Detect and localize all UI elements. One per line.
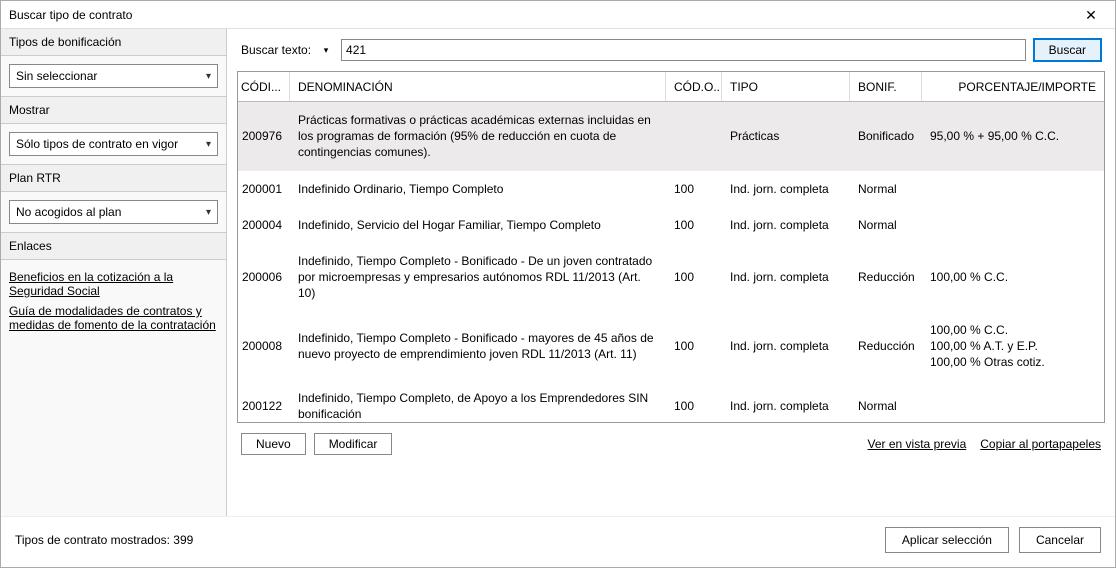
status-count: Tipos de contrato mostrados: 399 (15, 533, 193, 547)
modificar-button[interactable]: Modificar (314, 433, 393, 455)
close-icon[interactable]: ✕ (1075, 8, 1107, 22)
col-tipo[interactable]: TIPO (722, 72, 850, 101)
cell-denominacion: Indefinido, Servicio del Hogar Familiar,… (290, 207, 666, 243)
cell-porcentaje (922, 380, 1104, 422)
cell-tipo: Ind. jorn. completa (722, 171, 850, 207)
mostrar-combo[interactable]: Sólo tipos de contrato en vigor ▾ (9, 132, 218, 156)
cell-bonif: Bonificado (850, 102, 922, 171)
cell-bonif: Normal (850, 380, 922, 422)
cell-denominacion: Prácticas formativas o prácticas académi… (290, 102, 666, 171)
cell-cod-o: 100 (666, 243, 722, 312)
chevron-down-icon: ▾ (206, 71, 211, 82)
cancel-button[interactable]: Cancelar (1019, 527, 1101, 553)
search-button[interactable]: Buscar (1034, 39, 1101, 61)
nuevo-button[interactable]: Nuevo (241, 433, 306, 455)
footer: Tipos de contrato mostrados: 399 Aplicar… (1, 516, 1115, 567)
main-area: Tipos de bonificación Sin seleccionar ▾ … (1, 29, 1115, 516)
table-row[interactable]: 200008Indefinido, Tiempo Completo - Boni… (238, 312, 1104, 381)
search-mode-dropdown-icon[interactable]: ▾ (319, 45, 333, 56)
cell-codigo: 200006 (238, 243, 290, 312)
mostrar-label: Mostrar (1, 96, 226, 124)
table-row[interactable]: 200122Indefinido, Tiempo Completo, de Ap… (238, 380, 1104, 422)
cell-bonif: Normal (850, 207, 922, 243)
cell-denominacion: Indefinido, Tiempo Completo - Bonificado… (290, 312, 666, 381)
search-bar: Buscar texto: ▾ Buscar (237, 39, 1105, 61)
cell-tipo: Prácticas (722, 102, 850, 171)
cell-porcentaje: 100,00 % C.C.100,00 % A.T. y E.P.100,00 … (922, 312, 1104, 381)
chevron-down-icon: ▾ (206, 207, 211, 218)
table-body[interactable]: 200976Prácticas formativas o prácticas a… (238, 102, 1104, 422)
cell-codigo: 200004 (238, 207, 290, 243)
results-table: CÓDI... DENOMINACIÓN CÓD.O... TIPO BONIF… (237, 71, 1105, 423)
cell-porcentaje (922, 171, 1104, 207)
table-row[interactable]: 200001Indefinido Ordinario, Tiempo Compl… (238, 171, 1104, 207)
cell-cod-o: 100 (666, 207, 722, 243)
bonif-type-combo[interactable]: Sin seleccionar ▾ (9, 64, 218, 88)
content-pane: Buscar texto: ▾ Buscar CÓDI... DENOMINAC… (227, 29, 1115, 516)
cell-cod-o: 100 (666, 312, 722, 381)
cell-tipo: Ind. jorn. completa (722, 380, 850, 422)
enlaces-label: Enlaces (1, 232, 226, 260)
mostrar-value: Sólo tipos de contrato en vigor (16, 137, 178, 151)
cell-denominacion: Indefinido Ordinario, Tiempo Completo (290, 171, 666, 207)
table-actions: Nuevo Modificar Ver en vista previa Copi… (237, 423, 1105, 465)
cell-codigo: 200976 (238, 102, 290, 171)
table-header: CÓDI... DENOMINACIÓN CÓD.O... TIPO BONIF… (238, 72, 1104, 102)
cell-tipo: Ind. jorn. completa (722, 312, 850, 381)
link-beneficios[interactable]: Beneficios en la cotización a la Segurid… (9, 270, 218, 298)
cell-tipo: Ind. jorn. completa (722, 207, 850, 243)
bonif-type-value: Sin seleccionar (16, 69, 97, 83)
link-guia-modalidades[interactable]: Guía de modalidades de contratos y medid… (9, 304, 218, 332)
cell-porcentaje: 100,00 % C.C. (922, 243, 1104, 312)
sidebar: Tipos de bonificación Sin seleccionar ▾ … (1, 29, 227, 516)
plan-value: No acogidos al plan (16, 205, 121, 219)
cell-cod-o: 100 (666, 380, 722, 422)
cell-denominacion: Indefinido, Tiempo Completo, de Apoyo a … (290, 380, 666, 422)
col-porcentaje[interactable]: PORCENTAJE/IMPORTE (922, 72, 1104, 101)
cell-codigo: 200008 (238, 312, 290, 381)
search-input[interactable] (341, 39, 1026, 61)
chevron-down-icon: ▾ (206, 139, 211, 150)
table-row[interactable]: 200004Indefinido, Servicio del Hogar Fam… (238, 207, 1104, 243)
cell-codigo: 200001 (238, 171, 290, 207)
cell-porcentaje: 95,00 % + 95,00 % C.C. (922, 102, 1104, 171)
col-denominacion[interactable]: DENOMINACIÓN (290, 72, 666, 101)
apply-selection-button[interactable]: Aplicar selección (885, 527, 1009, 553)
cell-codigo: 200122 (238, 380, 290, 422)
cell-cod-o: 100 (666, 171, 722, 207)
table-row[interactable]: 200976Prácticas formativas o prácticas a… (238, 102, 1104, 171)
titlebar: Buscar tipo de contrato ✕ (1, 1, 1115, 29)
cell-tipo: Ind. jorn. completa (722, 243, 850, 312)
cell-bonif: Reducción (850, 243, 922, 312)
col-codigo[interactable]: CÓDI... (238, 72, 290, 101)
search-label: Buscar texto: (241, 43, 311, 57)
col-bonif[interactable]: BONIF. (850, 72, 922, 101)
table-row[interactable]: 200006Indefinido, Tiempo Completo - Boni… (238, 243, 1104, 312)
link-copiar-portapapeles[interactable]: Copiar al portapapeles (980, 437, 1101, 451)
cell-denominacion: Indefinido, Tiempo Completo - Bonificado… (290, 243, 666, 312)
window-title: Buscar tipo de contrato (9, 8, 132, 22)
cell-bonif: Reducción (850, 312, 922, 381)
link-vista-previa[interactable]: Ver en vista previa (868, 437, 967, 451)
col-cod-o[interactable]: CÓD.O... (666, 72, 722, 101)
bonif-type-label: Tipos de bonificación (1, 29, 226, 56)
cell-bonif: Normal (850, 171, 922, 207)
cell-porcentaje (922, 207, 1104, 243)
plan-label: Plan RTR (1, 164, 226, 192)
cell-cod-o (666, 102, 722, 171)
plan-combo[interactable]: No acogidos al plan ▾ (9, 200, 218, 224)
